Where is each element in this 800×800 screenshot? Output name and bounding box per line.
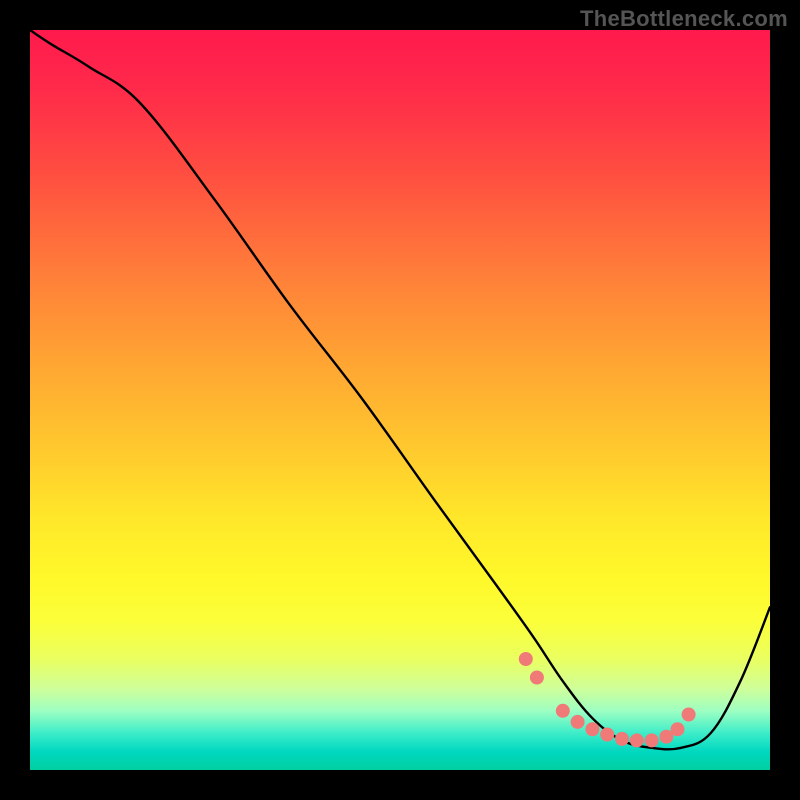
bead [671, 722, 685, 736]
bead [571, 715, 585, 729]
bottleneck-curve [30, 30, 770, 749]
bead [615, 732, 629, 746]
bead [645, 733, 659, 747]
bead [682, 708, 696, 722]
bead [530, 671, 544, 685]
bead [630, 733, 644, 747]
bead [600, 728, 614, 742]
highlight-beads [519, 652, 696, 747]
attribution-text: TheBottleneck.com [580, 6, 788, 32]
bead [585, 722, 599, 736]
plot-area [30, 30, 770, 770]
bead [556, 704, 570, 718]
bead [519, 652, 533, 666]
outer-frame: TheBottleneck.com [0, 0, 800, 800]
curve-svg [30, 30, 770, 770]
